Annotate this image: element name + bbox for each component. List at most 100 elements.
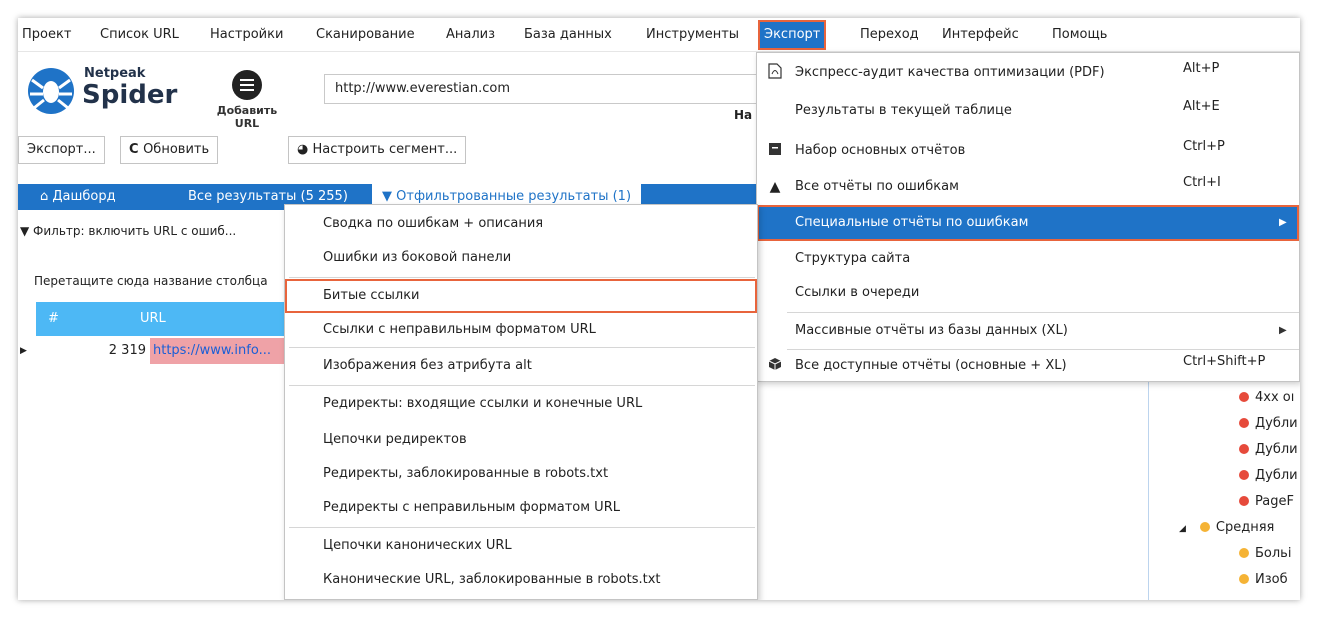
submenu-item-canonical-robots[interactable]: Канонические URL, заблокированные в robo… xyxy=(285,563,757,597)
submenu-item-label: Редиректы с неправильным форматом URL xyxy=(323,500,620,515)
menu-item-site-structure[interactable]: Структура сайта xyxy=(757,241,1299,277)
warning-dot-icon xyxy=(1239,548,1249,558)
special-error-reports-submenu: Сводка по ошибкам + описания Ошибки из б… xyxy=(284,204,758,600)
menu-item-queued-links[interactable]: Ссылки в очереди xyxy=(757,275,1299,311)
collapse-arrow-icon: ◢ xyxy=(1179,524,1186,534)
add-url-label: Добавить URL xyxy=(216,104,278,130)
submenu-item-label: Ошибки из боковой панели xyxy=(323,250,512,265)
submenu-item-canonical-chains[interactable]: Цепочки канонических URL xyxy=(285,529,757,563)
tree-item[interactable]: PageF xyxy=(1239,494,1294,509)
submenu-item-redirect-chains[interactable]: Цепочки редиректов xyxy=(285,423,757,457)
submenu-item-label: Битые ссылки xyxy=(323,288,420,303)
row-url-link[interactable]: https://www.info... xyxy=(150,338,290,364)
url-input[interactable]: http://www.everestian.com xyxy=(324,74,770,104)
menu-bar: Проект Список URL Настройки Сканирование… xyxy=(18,18,1300,52)
submenu-item-broken-links[interactable]: Битые ссылки xyxy=(285,279,757,313)
segment-label: Настроить сегмент... xyxy=(312,142,458,157)
submenu-item-label: Ссылки с неправильным форматом URL xyxy=(323,322,596,337)
menu-item-shortcut: Alt+E xyxy=(1183,99,1220,114)
tree-group-medium[interactable]: ◢ Средняя xyxy=(1179,520,1274,535)
tree-item[interactable]: Дубли xyxy=(1239,416,1298,431)
menu-item-main-reports[interactable]: Набор основных отчётов Ctrl+P xyxy=(757,133,1299,169)
tree-item-label: Средняя xyxy=(1215,520,1275,535)
row-pointer-icon: ▶ xyxy=(20,346,27,356)
menu-item-all-reports[interactable]: Все доступные отчёты (основные + XL) Ctr… xyxy=(757,350,1299,382)
menu-settings[interactable]: Настройки xyxy=(206,22,287,48)
menu-item-bulk-db-reports[interactable]: Массивные отчёты из базы данных (XL) ▶ xyxy=(757,313,1299,349)
warning-icon: ▲ xyxy=(769,179,781,195)
export-button[interactable]: Экспорт... xyxy=(18,136,105,164)
menu-separator xyxy=(289,277,755,278)
menu-item-label: Специальные отчёты по ошибкам xyxy=(795,215,1029,230)
error-dot-icon xyxy=(1239,444,1249,454)
refresh-icon: C xyxy=(129,142,144,157)
tree-item-label: PageF xyxy=(1255,494,1294,509)
menu-item-current-table[interactable]: Результаты в текущей таблице Alt+E xyxy=(757,93,1299,129)
error-dot-icon xyxy=(1239,392,1249,402)
menu-item-all-error-reports[interactable]: ▲ Все отчёты по ошибкам Ctrl+I xyxy=(757,169,1299,205)
submenu-item-bad-url-format[interactable]: Ссылки с неправильным форматом URL xyxy=(285,313,757,347)
submenu-item-images-no-alt[interactable]: Изображения без атрибута alt xyxy=(285,349,757,383)
submenu-item-label: Изображения без атрибута alt xyxy=(323,358,532,373)
menu-separator xyxy=(289,527,755,528)
menu-help[interactable]: Помощь xyxy=(1048,22,1111,48)
submenu-item-redirects-bad-format[interactable]: Редиректы с неправильным форматом URL xyxy=(285,491,757,525)
refresh-button[interactable]: C Обновить xyxy=(120,136,219,164)
menu-navigate[interactable]: Переход xyxy=(856,22,923,48)
tree-item[interactable]: 4xx oı xyxy=(1239,390,1294,405)
pdf-icon xyxy=(765,55,785,91)
tree-item[interactable]: Больі xyxy=(1239,546,1291,561)
tree-item[interactable]: Дубли xyxy=(1239,442,1298,457)
menu-item-shortcut: Ctrl+I xyxy=(1183,175,1221,190)
error-dot-icon xyxy=(1239,496,1249,506)
submenu-item-label: Цепочки канонических URL xyxy=(323,538,512,553)
menu-item-label: Структура сайта xyxy=(795,251,911,266)
submenu-item-label: Канонические URL, заблокированные в robo… xyxy=(323,572,661,587)
table-row[interactable]: ▶ 2 319 https://www.info... xyxy=(20,338,306,364)
tree-item[interactable]: Изоб xyxy=(1239,572,1288,587)
menu-item-label: Все доступные отчёты (основные + XL) xyxy=(795,358,1067,373)
tree-item[interactable]: Дубли xyxy=(1239,468,1298,483)
tab-dashboard[interactable]: ⌂ Дашборд xyxy=(40,184,116,210)
menu-separator xyxy=(289,347,755,348)
segment-button[interactable]: ◕ Настроить сегмент... xyxy=(288,136,467,164)
list-icon xyxy=(232,70,262,100)
column-url[interactable]: URL xyxy=(140,302,166,336)
menu-item-label: Массивные отчёты из базы данных (XL) xyxy=(795,323,1068,338)
menu-item-shortcut: Ctrl+P xyxy=(1183,139,1225,154)
home-icon: ⌂ xyxy=(40,189,53,204)
submenu-item-redirects-robots[interactable]: Редиректы, заблокированные в robots.txt xyxy=(285,457,757,491)
add-url-button[interactable]: Добавить URL xyxy=(212,70,282,130)
submenu-item-redirects-incoming[interactable]: Редиректы: входящие ссылки и конечные UR… xyxy=(285,387,757,421)
menu-url-list[interactable]: Список URL xyxy=(96,22,183,48)
menu-analysis[interactable]: Анализ xyxy=(442,22,499,48)
tree-item-label: Изоб xyxy=(1255,572,1288,587)
menu-tools[interactable]: Инструменты xyxy=(642,22,743,48)
column-number[interactable]: # xyxy=(48,302,59,336)
menu-export[interactable]: Экспорт xyxy=(757,20,827,50)
menu-crawling[interactable]: Сканирование xyxy=(312,22,419,48)
submenu-arrow-icon: ▶ xyxy=(1279,325,1287,336)
error-dot-icon xyxy=(1239,418,1249,428)
tab-dashboard-label: Дашборд xyxy=(52,189,116,204)
group-drop-hint: Перетащите сюда название столбца xyxy=(34,274,268,288)
submenu-item-label: Редиректы: входящие ссылки и конечные UR… xyxy=(323,396,643,411)
filter-bar[interactable]: ▼ Фильтр: включить URL с ошиб... xyxy=(20,224,236,238)
submenu-item-sidebar-errors[interactable]: Ошибки из боковой панели xyxy=(285,241,757,275)
tree-item-label: Дубли xyxy=(1255,442,1298,457)
refresh-label: Обновить xyxy=(143,142,210,157)
logo-spider-text: Spider xyxy=(82,80,178,110)
warning-dot-icon xyxy=(1199,522,1210,532)
menu-project[interactable]: Проект xyxy=(18,22,75,48)
menu-interface[interactable]: Интерфейс xyxy=(938,22,1023,48)
menu-database[interactable]: База данных xyxy=(520,22,616,48)
app-window: Проект Список URL Настройки Сканирование… xyxy=(18,18,1300,600)
submenu-arrow-icon: ▶ xyxy=(1279,217,1287,228)
menu-item-special-error-reports[interactable]: Специальные отчёты по ошибкам ▶ xyxy=(757,205,1299,241)
tree-item-label: Дубли xyxy=(1255,468,1298,483)
menu-item-express-audit-pdf[interactable]: Экспресс-аудит качества оптимизации (PDF… xyxy=(757,55,1299,91)
menu-item-shortcut: Ctrl+Shift+P xyxy=(1183,354,1266,369)
netpeak-logo: Netpeak Spider xyxy=(28,62,183,122)
submenu-item-error-summary[interactable]: Сводка по ошибкам + описания xyxy=(285,207,757,241)
report-set-icon xyxy=(765,133,785,169)
